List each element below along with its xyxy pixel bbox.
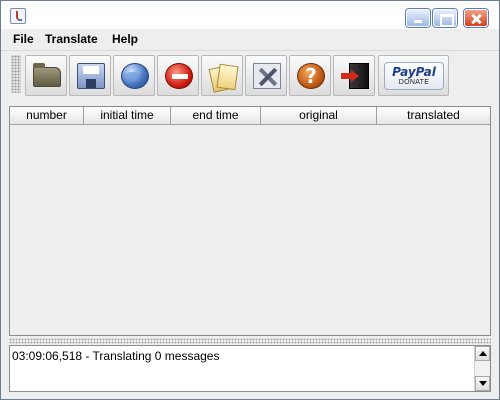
menu-help[interactable]: Help	[112, 32, 138, 46]
log-area[interactable]: 03:09:06,518 - Translating 0 messages	[9, 345, 491, 392]
globe-icon	[121, 63, 149, 89]
log-line: 03:09:06,518 - Translating 0 messages	[12, 349, 220, 363]
tools-icon	[253, 63, 281, 89]
menu-translate[interactable]: Translate	[45, 32, 98, 46]
stop-button[interactable]	[157, 55, 199, 96]
save-icon	[77, 63, 105, 89]
title-bar[interactable]	[1, 1, 499, 29]
column-header-translated[interactable]: translated	[377, 107, 490, 125]
open-button[interactable]	[25, 55, 67, 96]
paypal-logo: PayPal	[392, 65, 436, 79]
exit-button[interactable]	[333, 55, 375, 96]
settings-button[interactable]	[245, 55, 287, 96]
translate-button[interactable]	[113, 55, 155, 96]
menu-bar: File Translate Help	[1, 29, 499, 50]
messages-table[interactable]: number initial time end time original tr…	[9, 106, 491, 336]
scroll-down-button[interactable]	[475, 376, 490, 391]
paypal-donate-button[interactable]: PayPal DONATE	[378, 55, 449, 96]
app-window: File Translate Help ? PayPal DONATE numb…	[0, 0, 500, 400]
log-scrollbar[interactable]	[474, 346, 490, 391]
help-button[interactable]: ?	[289, 55, 331, 96]
toolbar: ? PayPal DONATE	[1, 50, 499, 99]
scroll-up-button[interactable]	[475, 346, 490, 361]
paypal-badge: PayPal DONATE	[384, 62, 444, 90]
exit-icon	[341, 63, 369, 89]
paypal-donate-label: DONATE	[398, 79, 430, 86]
column-header-number[interactable]: number	[10, 107, 84, 125]
minimize-button[interactable]	[406, 9, 430, 27]
close-button[interactable]	[464, 9, 488, 27]
cards-button[interactable]	[201, 55, 243, 96]
help-icon: ?	[297, 63, 325, 89]
column-header-end-time[interactable]: end time	[171, 107, 261, 125]
java-cup-icon[interactable]	[10, 8, 26, 24]
stop-icon	[165, 63, 193, 89]
column-header-original[interactable]: original	[261, 107, 377, 125]
split-pane-divider[interactable]	[9, 338, 491, 344]
open-folder-icon	[33, 63, 61, 87]
table-header: number initial time end time original tr…	[10, 107, 490, 125]
maximize-button[interactable]	[433, 9, 457, 27]
column-header-initial-time[interactable]: initial time	[84, 107, 171, 125]
save-button[interactable]	[69, 55, 111, 96]
cards-icon	[209, 63, 237, 89]
menu-file[interactable]: File	[13, 32, 34, 46]
toolbar-grip[interactable]	[11, 55, 21, 93]
